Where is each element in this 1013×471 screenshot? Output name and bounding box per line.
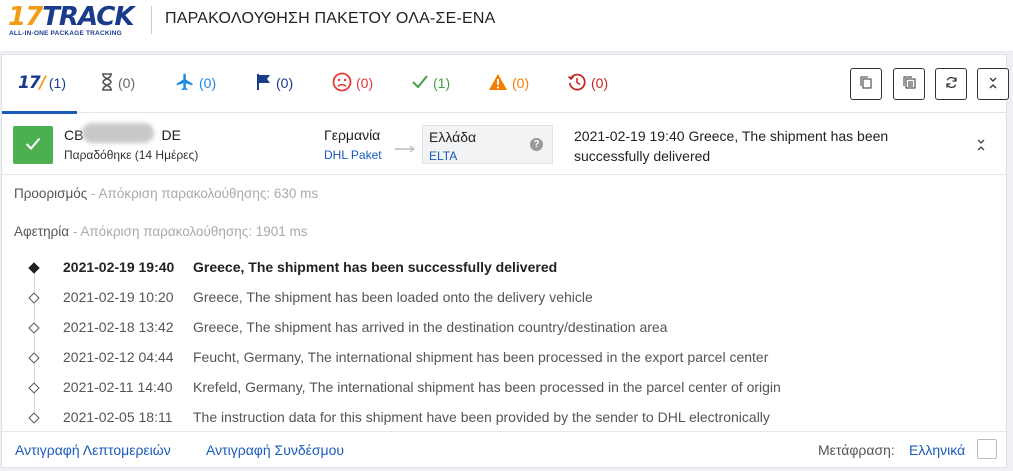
translate-language-select[interactable]: Ελληνικά xyxy=(909,442,965,458)
logo-wordmark: 17TRACK xyxy=(8,2,135,32)
translate-checkbox[interactable] xyxy=(977,439,997,459)
chevron-collapse-icon[interactable] xyxy=(972,136,990,154)
origin-country: Γερμανία xyxy=(324,127,381,143)
checkmark-icon xyxy=(25,137,41,154)
tab-count: (0) xyxy=(118,75,136,91)
panel-footer: Αντιγραφή Λεπτομερειών Αντιγραφή Συνδέσμ… xyxy=(2,431,1006,468)
shipment-summary[interactable]: CB DE Παραδόθηκε (14 Ημέρες) Γερμανία DHL… xyxy=(2,115,1006,175)
event-description: Krefeld, Germany, The international ship… xyxy=(193,379,781,395)
hourglass-icon xyxy=(100,72,114,94)
copy-all-button[interactable] xyxy=(893,68,925,100)
destination-box: Ελλάδα ELTA ? xyxy=(422,125,553,164)
event-description: Feucht, Germany, The international shipm… xyxy=(193,349,769,365)
diamond-marker-icon xyxy=(28,352,40,364)
copy-details-link[interactable]: Αντιγραφή Λεπτομερειών xyxy=(15,442,171,458)
origin-response-info: Αφετηρία - Απόκριση παρακολούθησης: 1901… xyxy=(14,224,308,239)
status-tabs: 17/ (1) (0) (0) (0) (0) (1) (0) (0) xyxy=(2,55,1009,114)
event-description: Greece, The shipment has been loaded ont… xyxy=(193,289,593,305)
event-time: 2021-02-05 18:11 xyxy=(63,409,173,425)
tab-all[interactable]: 17/ (1) xyxy=(18,71,66,95)
page-title: ΠΑΡΑΚΟΛΟΥΘΗΣΗ ΠΑΚΕΤΟΥ ΟΛΑ-ΣΕ-ΕΝΑ xyxy=(165,10,496,27)
event-time: 2021-02-12 04:44 xyxy=(63,349,174,365)
destination-response-time: - Απόκριση παρακολούθησης: 630 ms xyxy=(87,186,319,201)
diamond-marker-icon xyxy=(28,412,40,424)
tab-count: (0) xyxy=(356,75,374,91)
redacted-tracking-digits xyxy=(82,123,154,143)
copy-button[interactable] xyxy=(850,68,882,100)
timeline-event: 2021-02-18 13:42 Greece, The shipment ha… xyxy=(2,319,1002,341)
17track-icon: 17/ xyxy=(18,73,46,93)
tab-alert[interactable]: (0) xyxy=(488,71,529,95)
help-icon[interactable]: ? xyxy=(530,138,543,151)
logo-tagline: ALL-IN-ONE PACKAGE TRACKING xyxy=(9,30,122,37)
tab-not-found[interactable]: (0) xyxy=(100,71,135,95)
tracking-panel: 17/ (1) (0) (0) (0) (0) (1) (0) (0) CB D… xyxy=(1,54,1009,468)
tab-count: (0) xyxy=(199,75,217,91)
delivered-status-badge xyxy=(13,126,53,164)
history-icon xyxy=(567,72,587,95)
timeline-event: 2021-02-11 14:40 Krefeld, Germany, The i… xyxy=(2,379,1002,401)
origin-label: Αφετηρία xyxy=(14,224,70,239)
refresh-button[interactable] xyxy=(935,68,967,100)
tab-expired[interactable]: (0) xyxy=(567,71,608,95)
delivery-status-text: Παραδόθηκε (14 Ημέρες) xyxy=(64,148,199,162)
destination-label: Προορισμός xyxy=(14,186,88,201)
tab-count: (1) xyxy=(48,75,67,91)
warning-icon xyxy=(488,73,508,94)
diamond-marker-icon xyxy=(28,322,40,334)
tab-count: (0) xyxy=(512,75,530,91)
event-time: 2021-02-19 10:20 xyxy=(63,289,174,305)
diamond-marker-icon xyxy=(28,262,40,274)
destination-response-info: Προορισμός - Απόκριση παρακολούθησης: 63… xyxy=(14,186,318,201)
origin-response-time: - Απόκριση παρακολούθησης: 1901 ms xyxy=(69,224,308,239)
tab-delivered[interactable]: (1) xyxy=(411,71,450,95)
event-description: The instruction data for this shipment h… xyxy=(193,409,770,425)
translate-label: Μετάφραση: xyxy=(818,442,895,458)
refresh-icon xyxy=(945,76,958,92)
copy-link-link[interactable]: Αντιγραφή Συνδέσμου xyxy=(206,442,344,458)
copy-all-icon xyxy=(903,76,916,92)
route-arrow-icon xyxy=(395,141,415,153)
diamond-marker-icon xyxy=(28,382,40,394)
timeline-event: 2021-02-19 10:20 Greece, The shipment ha… xyxy=(2,289,1002,311)
event-time: 2021-02-18 13:42 xyxy=(63,319,174,335)
event-time: 2021-02-19 19:40 xyxy=(63,259,175,275)
collapse-all-icon xyxy=(988,77,998,92)
collapse-all-button[interactable] xyxy=(977,68,1009,100)
checkmark-icon xyxy=(411,74,429,93)
event-time: 2021-02-11 14:40 xyxy=(63,379,173,395)
destination-country: Ελλάδα xyxy=(429,129,477,145)
timeline-event: 2021-02-12 04:44 Feucht, Germany, The in… xyxy=(2,349,1002,371)
sad-face-icon xyxy=(332,72,352,95)
tab-pickup[interactable]: (0) xyxy=(256,71,293,95)
app-header: 17TRACK ALL-IN-ONE PACKAGE TRACKING ΠΑΡΑ… xyxy=(0,0,1013,52)
timeline-event: 2021-02-05 18:11 The instruction data fo… xyxy=(2,409,1002,431)
active-tab-indicator xyxy=(2,111,77,114)
airplane-icon xyxy=(175,72,195,95)
flag-icon xyxy=(256,73,272,94)
latest-event-time: 2021-02-19 19:40 xyxy=(574,128,685,144)
17track-logo[interactable]: 17TRACK ALL-IN-ONE PACKAGE TRACKING xyxy=(8,3,140,39)
origin-carrier-link[interactable]: DHL Paket xyxy=(324,148,382,162)
diamond-marker-icon xyxy=(28,292,40,304)
copy-icon xyxy=(860,76,872,92)
tab-count: (0) xyxy=(276,75,294,91)
event-description: Greece, The shipment has arrived in the … xyxy=(193,319,668,335)
destination-carrier-link[interactable]: ELTA xyxy=(429,149,457,163)
tab-count: (1) xyxy=(433,75,451,91)
header-divider xyxy=(151,6,152,34)
timeline-event: 2021-02-19 19:40 Greece, The shipment ha… xyxy=(2,259,1002,281)
tab-count: (0) xyxy=(591,75,609,91)
tab-undelivered[interactable]: (0) xyxy=(332,71,373,95)
event-description: Greece, The shipment has been successful… xyxy=(193,259,558,275)
tab-in-transit[interactable]: (0) xyxy=(175,71,216,95)
latest-event: 2021-02-19 19:40 Greece, The shipment ha… xyxy=(574,126,934,166)
